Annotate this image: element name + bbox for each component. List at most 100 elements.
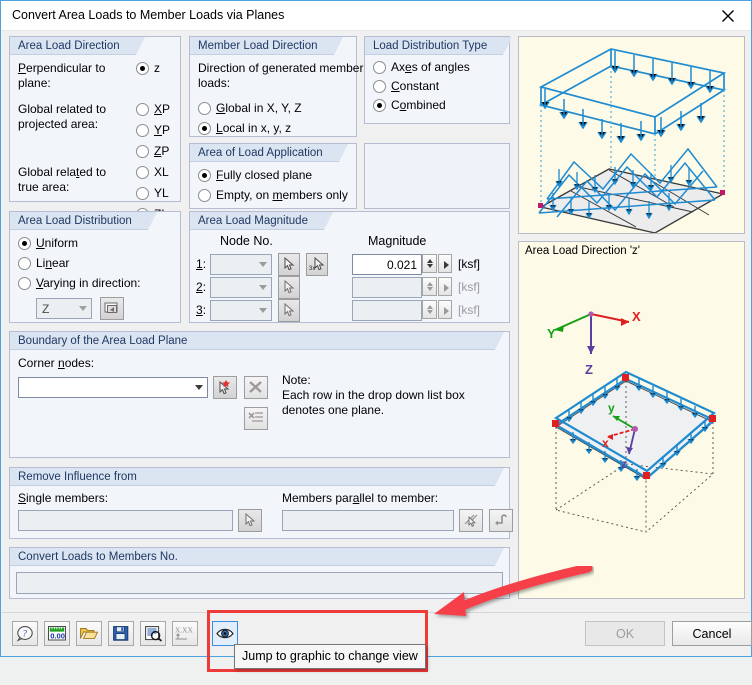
group-title-remove-influence: Remove Influence from [10, 468, 504, 486]
magnitude-dropdown-1[interactable] [438, 254, 452, 273]
radio-type-constant[interactable]: Constant [373, 79, 439, 93]
magnitude-unit-2: [ksf] [458, 280, 481, 294]
spinner-down-icon [427, 310, 433, 314]
radio-type-axes-of-angles[interactable]: Axes of angles [373, 60, 470, 74]
label-members-parallel: Members parallel to member: [282, 491, 439, 505]
tooltip-text: Jump to graphic to change view [242, 649, 418, 663]
member-direction-button[interactable] [489, 509, 513, 532]
close-icon [722, 9, 734, 22]
pick-node-button-1[interactable] [278, 253, 300, 276]
single-members-input[interactable] [18, 510, 233, 531]
radio-member-local[interactable]: Local in x, y, z [198, 121, 291, 135]
radio-direction-z[interactable]: z [136, 61, 160, 75]
magnitude-spinner-1[interactable] [422, 254, 437, 273]
radio-distribution-linear[interactable]: Linear [18, 256, 69, 270]
dialog-window: Convert Area Loads to Member Loads via P… [0, 0, 752, 657]
radio-fully-closed-plane[interactable]: Fully closed plane [198, 168, 312, 182]
pick-three-nodes-icon: 3x [309, 257, 324, 272]
varying-direction-pick-button[interactable] [100, 297, 124, 320]
pick-node-icon [284, 280, 295, 294]
tooltip-jump-to-graphic: Jump to graphic to change view [234, 644, 426, 669]
magnitude-input-1[interactable]: 0.021 [352, 254, 422, 275]
varying-direction-value: Z [42, 302, 50, 316]
magnitude-dropdown-2[interactable] [438, 277, 452, 296]
row-index-3: 3: [196, 303, 207, 317]
radio-member-global[interactable]: Global in X, Y, Z [198, 101, 302, 115]
corner-nodes-combo[interactable] [18, 377, 208, 398]
local-axis-label-x: x [602, 436, 609, 450]
delete-plane-button[interactable] [244, 376, 268, 399]
radio-empty-members-only[interactable]: Empty, on members only [198, 188, 348, 202]
cancel-label: Cancel [692, 626, 732, 641]
svg-text:0.00: 0.00 [50, 631, 65, 640]
group-title-boundary: Boundary of the Area Load Plane [10, 332, 504, 350]
varying-direction-combo[interactable]: Z [36, 298, 92, 319]
node-combo-3[interactable] [210, 300, 272, 321]
view-graphic-button[interactable] [212, 621, 238, 646]
group-area-load-direction: Area Load Direction Perpendicular to pla… [9, 36, 181, 221]
pick-parallel-member-button[interactable] [459, 509, 483, 532]
chevron-right-icon [444, 307, 449, 315]
units-button[interactable]: 0.00 [44, 621, 70, 646]
load-conversion-illustration [538, 48, 727, 233]
graphic-load-conversion[interactable] [518, 36, 745, 234]
radio-label: XL [154, 165, 169, 179]
graphic-area-load-direction[interactable]: Area Load Direction 'z' Y X Z y x z [518, 241, 745, 599]
magnitude-dropdown-3[interactable] [438, 300, 452, 319]
save-button[interactable] [108, 621, 134, 646]
pick-members-button[interactable] [238, 509, 262, 532]
area-load-direction-illustration: Y X Z y x z [547, 309, 717, 533]
pick-corner-nodes-button[interactable] [213, 376, 237, 399]
radio-direction-xp[interactable]: XP [136, 102, 170, 116]
node-combo-1[interactable] [210, 254, 272, 275]
screenshot-root: Convert Area Loads to Member Loads via P… [0, 0, 752, 685]
radio-distribution-uniform[interactable]: Uniform [18, 236, 78, 250]
radio-label: Axes of angles [391, 60, 470, 74]
magnitude-input-3[interactable] [352, 300, 422, 321]
ok-label: OK [615, 626, 635, 641]
label-member-caption-1: Direction of generated member [198, 61, 364, 75]
radio-direction-zp[interactable]: ZP [136, 144, 169, 158]
group-placeholder-empty [364, 143, 510, 209]
radio-dot [18, 276, 31, 290]
radio-distribution-varying[interactable]: Varying in direction: [18, 276, 141, 290]
chevron-down-icon [259, 308, 267, 313]
magnitude-spinner-3[interactable] [422, 300, 437, 319]
group-area-load-distribution: Area Load Distribution Uniform Linear Va… [9, 211, 181, 323]
chevron-down-icon [79, 306, 87, 311]
preview-button[interactable] [140, 621, 166, 646]
ok-button[interactable]: OK [585, 621, 665, 646]
radio-direction-yl[interactable]: YL [136, 186, 169, 200]
group-boundary: Boundary of the Area Load Plane Corner n… [9, 331, 510, 458]
axis-label-x: X [632, 309, 641, 324]
magnitude-spinner-2[interactable] [422, 277, 437, 296]
plane-list-button[interactable] [244, 407, 268, 430]
radio-label: Linear [36, 256, 70, 270]
radio-type-combined[interactable]: Combined [373, 98, 446, 112]
convert-loads-input[interactable] [16, 572, 503, 594]
radio-label: YL [154, 186, 169, 200]
pick-three-nodes-button-1[interactable]: 3x [306, 253, 328, 276]
open-button[interactable] [76, 621, 102, 646]
radio-label: ZP [154, 144, 170, 158]
group-member-load-direction: Member Load Direction Direction of gener… [189, 36, 363, 137]
magnitude-input-2[interactable] [352, 277, 422, 298]
pick-node-button-3[interactable] [278, 299, 300, 322]
note-title: Note: [282, 373, 311, 387]
cancel-button[interactable]: Cancel [672, 621, 752, 646]
save-icon [113, 626, 129, 641]
radio-dot [18, 256, 31, 270]
label-perpendicular: Perpendicular to [18, 61, 106, 75]
group-title-area-load-distribution: Area Load Distribution [10, 212, 157, 230]
help-button[interactable]: ? [12, 621, 38, 646]
decimals-button[interactable]: X.XX [172, 621, 198, 646]
pick-node-button-2[interactable] [278, 276, 300, 299]
decimals-icon: X.XX [175, 626, 194, 640]
plane-list-icon [248, 412, 263, 422]
radio-direction-xl[interactable]: XL [136, 165, 169, 179]
parallel-member-input[interactable] [282, 510, 454, 531]
radio-direction-yp[interactable]: YP [136, 123, 170, 137]
node-combo-2[interactable] [210, 277, 272, 298]
close-button[interactable] [705, 1, 751, 30]
radio-dot [198, 168, 211, 182]
